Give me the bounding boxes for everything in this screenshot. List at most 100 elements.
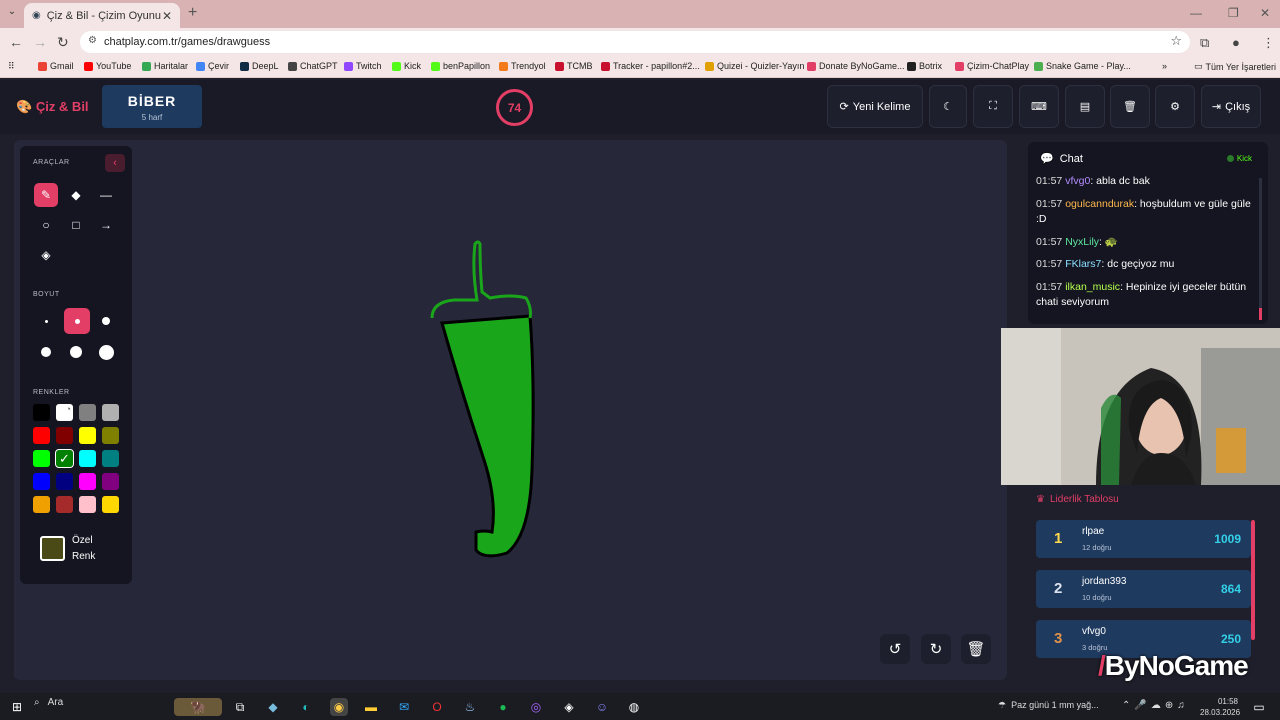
color-swatch[interactable] <box>56 473 73 490</box>
browser-menu-icon[interactable]: ⋮ <box>1262 35 1275 51</box>
tab-list-button[interactable]: ⌄ <box>4 6 20 22</box>
opera-icon[interactable]: O <box>428 698 446 716</box>
exit-button[interactable]: ⇥ Çıkış <box>1201 85 1261 128</box>
message-user[interactable]: FKlars7 <box>1065 258 1101 270</box>
clear-canvas-button[interactable]: 🗑 <box>961 634 991 664</box>
address-bar[interactable]: ⚙ chatplay.com.tr/games/drawguess ☆ <box>80 31 1190 53</box>
notifications-icon[interactable]: ▭ <box>1250 698 1268 716</box>
drawing-canvas[interactable] <box>14 140 1007 680</box>
bookmark-item[interactable]: ChatGPT <box>288 61 338 71</box>
copilot-icon[interactable]: ◆ <box>264 698 282 716</box>
new-word-button[interactable]: ⟳ Yeni Kelime <box>827 85 923 128</box>
size-4-button[interactable] <box>34 340 58 364</box>
collapse-panel-button[interactable]: ‹ <box>105 154 125 172</box>
color-swatch[interactable] <box>79 450 96 467</box>
steam-icon[interactable]: ♨ <box>461 698 479 716</box>
chat-scrollbar[interactable] <box>1259 178 1262 320</box>
bookmark-item[interactable]: Snake Game - Play... <box>1034 61 1131 71</box>
bookmark-item[interactable]: TCMB <box>555 61 593 71</box>
system-tray-icons[interactable]: ⌃🎤☁⊕♫ <box>1122 700 1189 711</box>
color-swatch[interactable] <box>33 473 50 490</box>
undo-button[interactable]: ↺ <box>880 634 910 664</box>
bookmark-item[interactable]: Trendyol <box>499 61 546 71</box>
color-swatch[interactable] <box>79 427 96 444</box>
size-6-button[interactable] <box>94 340 118 364</box>
eraser-tool-button[interactable]: ◆ <box>64 183 88 207</box>
bookmark-item[interactable]: Haritalar <box>142 61 188 71</box>
browser-tab-active[interactable]: ◉ Çiz & Bil - Çizim Oyunu ✕ <box>24 3 180 28</box>
circle-tool-button[interactable]: ○ <box>34 213 58 237</box>
size-3-button[interactable] <box>94 309 118 333</box>
color-swatch[interactable] <box>56 427 73 444</box>
chrome-icon[interactable]: ◉ <box>330 698 348 716</box>
bookmark-item[interactable]: Kick <box>392 61 421 71</box>
color-swatch[interactable] <box>33 450 50 467</box>
task-view-icon[interactable]: ⧉ <box>231 698 249 716</box>
new-tab-button[interactable]: + <box>188 4 197 22</box>
message-user[interactable]: vfvg0 <box>1065 175 1090 187</box>
bookmark-item[interactable]: benPapillon <box>431 61 490 71</box>
bookmark-star-icon[interactable]: ☆ <box>1170 33 1182 49</box>
color-swatch[interactable] <box>33 404 50 421</box>
bookmark-item[interactable]: Quizei - Quizler-Yayın <box>705 61 804 71</box>
all-bookmarks-folder[interactable]: ▭ Tüm Yer İşaretleri <box>1194 61 1276 72</box>
color-swatch[interactable] <box>56 496 73 513</box>
bookmark-item[interactable]: Donate ByNoGame... <box>807 61 905 71</box>
message-user[interactable]: NyxLily <box>1065 236 1099 248</box>
more-bookmarks-icon[interactable]: » <box>1162 61 1167 71</box>
color-swatch[interactable] <box>102 450 119 467</box>
rectangle-tool-button[interactable]: □ <box>64 213 88 237</box>
color-swatch[interactable]: ✓ <box>55 449 74 468</box>
color-swatch[interactable] <box>33 427 50 444</box>
mail-icon[interactable]: ✉ <box>395 698 413 716</box>
color-swatch[interactable] <box>102 404 119 421</box>
line-tool-button[interactable]: — <box>94 183 118 207</box>
search-highlight-image[interactable]: 🦬 <box>174 698 222 716</box>
message-user[interactable]: ogulcanndurak <box>1065 198 1134 210</box>
color-swatch[interactable] <box>102 427 119 444</box>
file-explorer-icon[interactable]: ▬ <box>362 698 380 716</box>
color-swatch[interactable] <box>102 496 119 513</box>
clock[interactable]: 01:58 28.03.2026 <box>1200 696 1240 718</box>
delete-button[interactable]: 🗑 <box>1110 85 1150 128</box>
size-1-button[interactable] <box>34 309 58 333</box>
profile-icon[interactable]: ● <box>1232 35 1240 50</box>
message-user[interactable]: ilkan_music <box>1065 281 1120 293</box>
reload-icon[interactable]: ↻ <box>57 34 69 51</box>
close-window-icon[interactable]: ✕ <box>1260 6 1270 20</box>
edge-icon[interactable]: ◐ <box>297 698 315 716</box>
keyboard-button[interactable]: ⌨ <box>1019 85 1059 128</box>
dark-mode-button[interactable]: ☾ <box>929 85 967 128</box>
settings-button[interactable]: ⚙ <box>1155 85 1195 128</box>
color-swatch[interactable] <box>79 404 96 421</box>
color-swatch[interactable]: ◔ <box>56 404 73 421</box>
bookmark-item[interactable]: DeepL <box>240 61 279 71</box>
fullscreen-button[interactable]: ⛶ <box>973 85 1013 128</box>
bookmark-item[interactable]: Tracker - papillon#2... <box>601 61 700 71</box>
weather-widget[interactable]: ☂ Paz günü 1 mm yağ... <box>998 700 1099 711</box>
spotify-icon[interactable]: ● <box>494 698 512 716</box>
app2-icon[interactable]: ◍ <box>625 698 643 716</box>
minimize-icon[interactable]: — <box>1190 6 1202 20</box>
bookmark-item[interactable]: YouTube <box>84 61 131 71</box>
archive-button[interactable]: ▤ <box>1065 85 1105 128</box>
size-5-button[interactable] <box>64 340 88 364</box>
custom-color-button[interactable] <box>40 536 65 561</box>
back-icon[interactable]: ← <box>9 34 23 50</box>
discord-icon[interactable]: ☺ <box>593 698 611 716</box>
forward-icon[interactable]: → <box>33 34 47 50</box>
size-2-button[interactable] <box>64 308 90 334</box>
site-info-icon[interactable]: ⚙ <box>88 35 97 46</box>
restore-icon[interactable]: ❐ <box>1228 6 1239 20</box>
taskbar-search[interactable]: ⌕ Ara <box>34 697 63 708</box>
bookmark-item[interactable]: Twitch <box>344 61 382 71</box>
bookmark-item[interactable]: Çizim-ChatPlay <box>955 61 1029 71</box>
fill-tool-button[interactable]: ◈ <box>34 243 58 267</box>
close-tab-icon[interactable]: ✕ <box>162 9 172 23</box>
brush-tool-button[interactable]: ✎ <box>34 183 58 207</box>
color-swatch[interactable] <box>79 496 96 513</box>
extensions-icon[interactable]: ⧉ <box>1200 35 1209 51</box>
windows-start-icon[interactable]: ⊞ <box>8 698 26 716</box>
app-icon[interactable]: ◈ <box>560 698 578 716</box>
obs-icon[interactable]: ◎ <box>527 698 545 716</box>
